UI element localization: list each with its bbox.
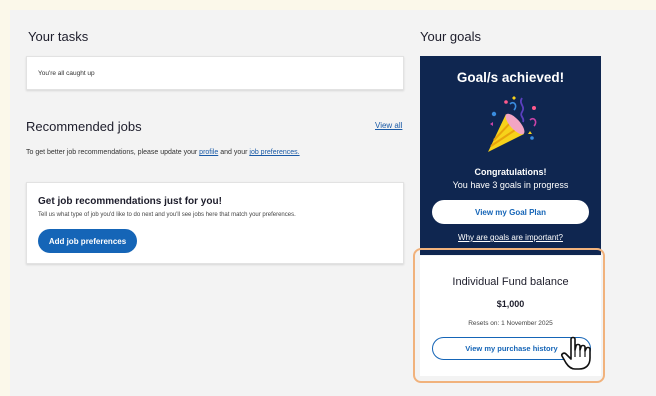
fund-amount: $1,000 bbox=[496, 299, 525, 309]
add-job-preferences-button[interactable]: Add job preferences bbox=[38, 229, 137, 253]
jobs-heading: Recommended jobs bbox=[26, 119, 142, 134]
fund-title: Individual Fund balance bbox=[452, 276, 569, 288]
party-popper-icon bbox=[488, 96, 537, 152]
job-card-description: Tell us what type of job you'd like to d… bbox=[38, 212, 296, 218]
view-all-link[interactable]: View all bbox=[375, 121, 402, 130]
tasks-heading: Your tasks bbox=[28, 29, 89, 44]
job-card-title: Get job recommendations just for you! bbox=[38, 196, 222, 207]
goals-progress-text: You have 3 goals in progress bbox=[452, 180, 569, 190]
goal-achieved-title: Goal/s achieved! bbox=[456, 70, 565, 85]
profile-link[interactable]: profile bbox=[199, 149, 218, 156]
caught-up-text: You're all caught up bbox=[38, 70, 95, 77]
job-preferences-link[interactable]: job preferences. bbox=[249, 149, 299, 156]
why-goals-important-link[interactable]: Why are goals are important? bbox=[420, 233, 601, 242]
goals-heading: Your goals bbox=[420, 29, 481, 44]
tasks-card: You're all caught up bbox=[26, 56, 404, 90]
hand-cursor-icon bbox=[561, 336, 591, 370]
update-preferences-text: To get better job recommendations, pleas… bbox=[26, 149, 300, 156]
congratulations-text: Congratulations! bbox=[474, 167, 547, 177]
fund-reset-date: Resets on: 1 November 2025 bbox=[468, 320, 553, 327]
update-text: To get better job recommendations, pleas… bbox=[26, 149, 200, 156]
goal-achieved-card: Goal/s achieved! Congratulations! You ha… bbox=[420, 56, 601, 255]
job-recommendations-card: Get job recommendations just for you! Te… bbox=[26, 182, 404, 264]
view-goal-plan-button[interactable]: View my Goal Plan bbox=[432, 200, 589, 224]
and-text: and your bbox=[218, 149, 250, 156]
